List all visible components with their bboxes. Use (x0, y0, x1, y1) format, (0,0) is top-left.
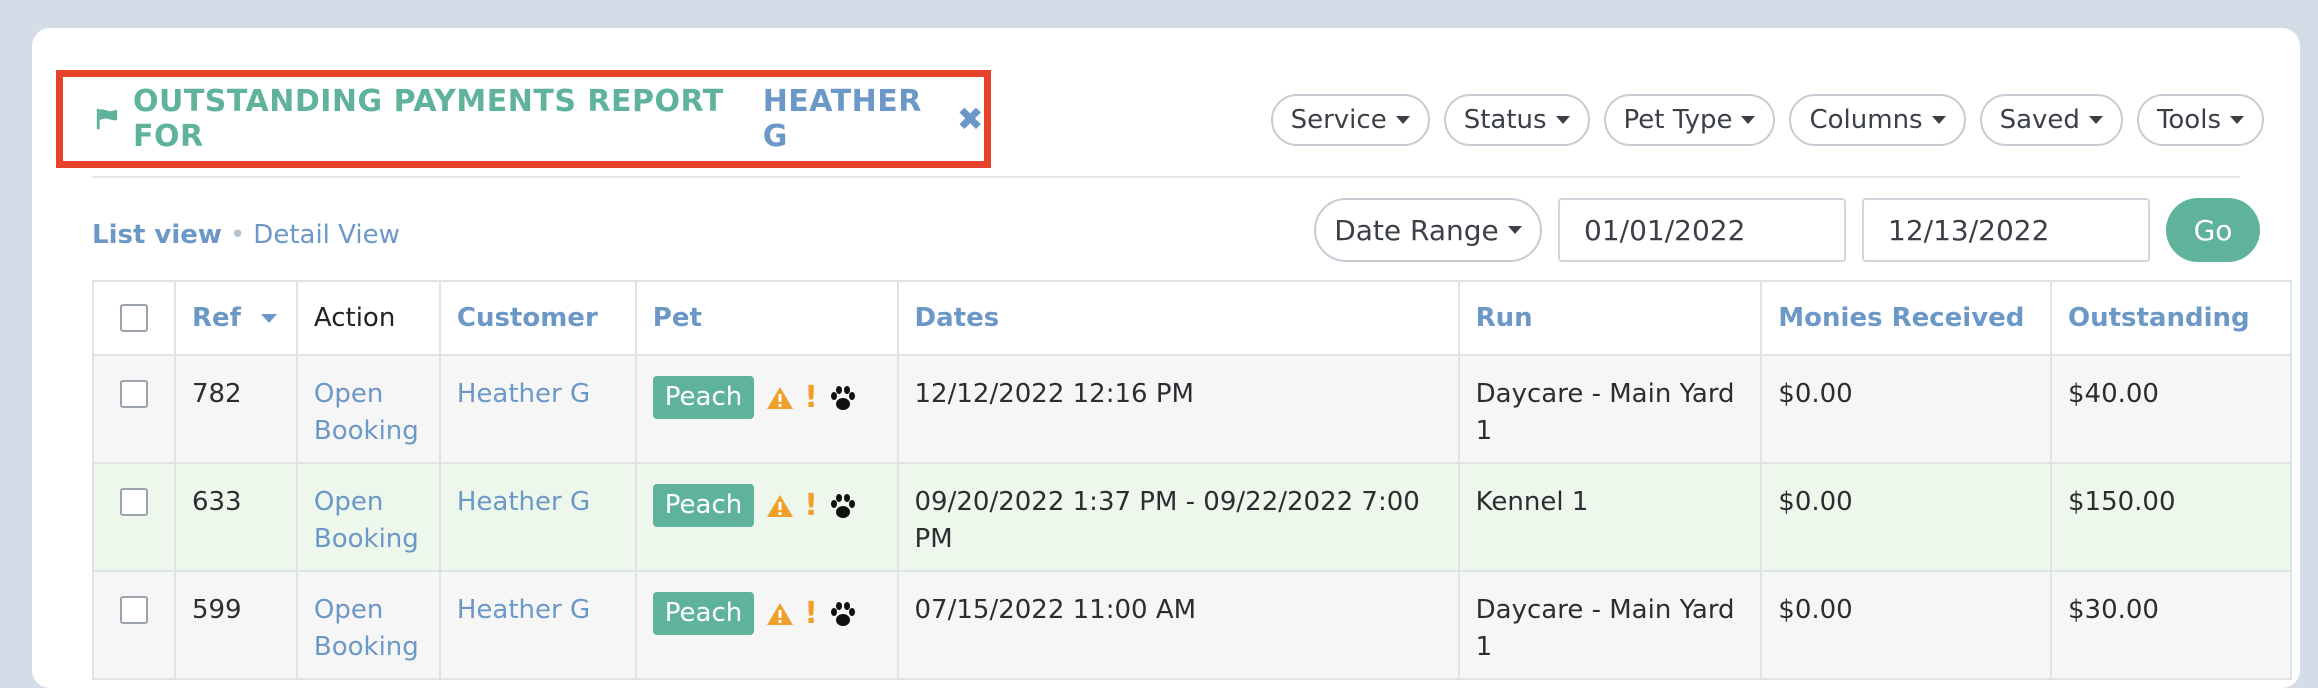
view-separator: • (229, 220, 246, 250)
start-date-input[interactable] (1558, 198, 1846, 262)
paw-icon (830, 493, 855, 518)
pet-status-icons: ! (766, 595, 858, 631)
tools-dropdown[interactable]: Tools (2136, 94, 2264, 146)
run-cell: Kennel 1 (1457, 462, 1763, 572)
status-label: Status (1463, 105, 1547, 135)
date-range-label: Date Range (1334, 213, 1499, 247)
filter-toolbar: Service Status Pet Type Columns Saved To… (1270, 94, 2264, 146)
view-toggle: List view • Detail View (92, 220, 400, 250)
paw-icon (830, 385, 855, 410)
pet-cell: Peach ! (634, 570, 899, 680)
row-checkbox[interactable] (120, 596, 148, 624)
run-cell: Daycare - Main Yard 1 (1457, 354, 1763, 464)
open-booking-link[interactable]: Open Booking (295, 570, 441, 680)
columns-label: Columns (1809, 105, 1923, 135)
open-booking-link[interactable]: Open Booking (295, 354, 441, 464)
close-icon[interactable]: ✖ (957, 100, 984, 138)
pet-type-dropdown[interactable]: Pet Type (1603, 94, 1776, 146)
ref-column-header[interactable]: Ref (173, 280, 298, 356)
paw-icon (830, 601, 855, 626)
ref-header-label: Ref (191, 303, 241, 333)
action-column-header: Action (295, 280, 441, 356)
report-title: OUTSTANDING PAYMENTS REPORT FOR (132, 84, 724, 154)
ref-cell: 599 (173, 570, 298, 680)
outstanding-cell: $40.00 (2050, 354, 2292, 464)
sort-desc-icon[interactable] (260, 314, 277, 323)
row-checkbox[interactable] (120, 488, 148, 516)
chevron-down-icon (1395, 116, 1410, 124)
tools-label: Tools (2156, 105, 2221, 135)
pet-badge[interactable]: Peach (652, 592, 755, 635)
row-select-cell (92, 570, 176, 680)
chevron-down-icon (1741, 116, 1756, 124)
dates-cell: 12/12/2022 12:16 PM (896, 354, 1460, 464)
outstanding-cell: $30.00 (2050, 570, 2292, 680)
pet-cell: Peach ! (634, 462, 899, 572)
select-all-checkbox[interactable] (120, 303, 148, 332)
saved-label: Saved (1999, 105, 2080, 135)
select-all-header (92, 280, 176, 356)
monies-received-cell: $0.00 (1760, 462, 2052, 572)
pet-status-icons: ! (766, 379, 858, 415)
run-column-header[interactable]: Run (1457, 280, 1763, 356)
outstanding-column-header[interactable]: Outstanding (2050, 280, 2292, 356)
flag-icon (96, 108, 118, 130)
saved-dropdown[interactable]: Saved (1979, 94, 2123, 146)
pet-status-icons: ! (766, 487, 858, 523)
customer-link[interactable]: Heather G (438, 570, 637, 680)
status-dropdown[interactable]: Status (1443, 94, 1590, 146)
report-card: OUTSTANDING PAYMENTS REPORT FOR HEATHER … (32, 28, 2300, 688)
exclamation-icon: ! (804, 379, 818, 415)
row-checkbox[interactable] (120, 380, 148, 408)
customer-column-header[interactable]: Customer (438, 280, 637, 356)
pet-badge[interactable]: Peach (652, 484, 755, 527)
dates-cell: 07/15/2022 11:00 AM (896, 570, 1460, 680)
pet-cell: Peach ! (634, 354, 899, 464)
date-filter-bar: Date Range Go (1314, 198, 2260, 262)
report-title-highlight: OUTSTANDING PAYMENTS REPORT FOR HEATHER … (56, 70, 991, 168)
table-row: 782 Open Booking Heather G Peach ! 12/12… (92, 354, 2292, 464)
run-cell: Daycare - Main Yard 1 (1457, 570, 1763, 680)
monies-received-cell: $0.00 (1760, 570, 2052, 680)
monies-received-column-header[interactable]: Monies Received (1760, 280, 2052, 356)
header-divider (92, 176, 2240, 178)
table-row: 599 Open Booking Heather G Peach ! 07/15… (92, 570, 2292, 680)
columns-dropdown[interactable]: Columns (1789, 94, 1966, 146)
list-view-link[interactable]: List view (92, 220, 222, 250)
exclamation-icon: ! (804, 595, 818, 631)
row-select-cell (92, 462, 176, 572)
payments-table: Ref Action Customer Pet Dates Run Monies… (92, 280, 2292, 680)
service-label: Service (1290, 105, 1387, 135)
monies-received-cell: $0.00 (1760, 354, 2052, 464)
go-button[interactable]: Go (2166, 198, 2260, 262)
warning-icon (767, 602, 794, 625)
detail-view-link[interactable]: Detail View (253, 220, 400, 250)
customer-link[interactable]: Heather G (438, 354, 637, 464)
outstanding-cell: $150.00 (2050, 462, 2292, 572)
dates-cell: 09/20/2022 1:37 PM - 09/22/2022 7:00 PM (896, 462, 1460, 572)
chevron-down-icon (1507, 226, 1522, 234)
pet-badge[interactable]: Peach (652, 376, 755, 419)
customer-link[interactable]: Heather G (438, 462, 637, 572)
chevron-down-icon (1931, 116, 1946, 124)
chevron-down-icon (1555, 116, 1570, 124)
end-date-input[interactable] (1862, 198, 2150, 262)
ref-cell: 782 (173, 354, 298, 464)
table-row: 633 Open Booking Heather G Peach ! 09/20… (92, 462, 2292, 572)
table-header-row: Ref Action Customer Pet Dates Run Monies… (92, 280, 2292, 356)
dates-column-header[interactable]: Dates (896, 280, 1460, 356)
pet-type-label: Pet Type (1623, 105, 1733, 135)
warning-icon (767, 494, 794, 517)
chevron-down-icon (2230, 116, 2244, 124)
row-select-cell (92, 354, 176, 464)
open-booking-link[interactable]: Open Booking (295, 462, 441, 572)
chevron-down-icon (2088, 116, 2103, 124)
service-dropdown[interactable]: Service (1270, 94, 1430, 146)
ref-cell: 633 (173, 462, 298, 572)
date-range-dropdown[interactable]: Date Range (1314, 198, 1542, 262)
exclamation-icon: ! (804, 487, 818, 523)
warning-icon (767, 386, 794, 409)
pet-column-header[interactable]: Pet (634, 280, 899, 356)
report-customer-name[interactable]: HEATHER G (763, 84, 943, 154)
